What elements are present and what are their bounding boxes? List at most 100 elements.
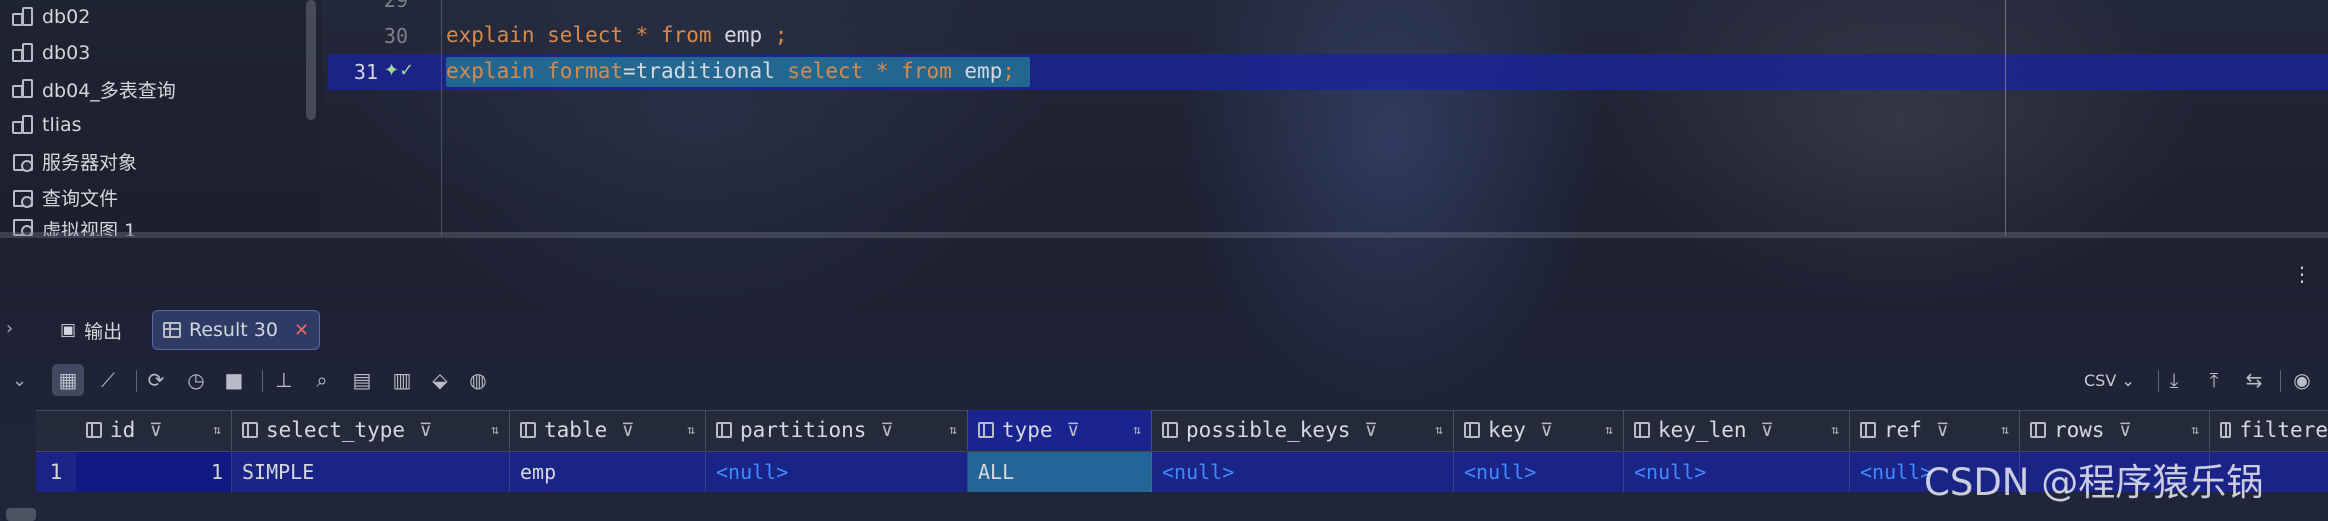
code-token: emp [964, 59, 1003, 83]
stop-icon[interactable]: ■ [218, 364, 250, 396]
preview-icon[interactable]: ▥ [386, 364, 418, 396]
tree-item-query-files[interactable]: 查询文件 [12, 180, 118, 214]
edit-icon[interactable]: ▤ [346, 364, 378, 396]
cell-id[interactable]: 1 [76, 452, 232, 492]
toolbar-separator [2280, 370, 2281, 392]
history-icon[interactable]: ◷ [180, 364, 212, 396]
filter-icon[interactable]: ⊽ [1761, 420, 1774, 441]
column-header-partitions[interactable]: partitions ⊽ ⇅ [706, 410, 968, 450]
toolbar-separator [262, 370, 263, 392]
folder-icon [12, 187, 33, 208]
close-tab-icon[interactable]: ✕ [294, 320, 309, 341]
executed-check-icon[interactable]: ✦✓ [384, 60, 420, 82]
cell-key[interactable]: <null> [1454, 452, 1624, 492]
sort-icon[interactable]: ⇅ [1133, 423, 1141, 438]
download-icon[interactable]: ⤓ [2158, 364, 2190, 396]
horizontal-scrollbar[interactable] [6, 508, 36, 521]
sort-icon[interactable]: ⇅ [687, 423, 695, 438]
line-number: 30 [383, 24, 408, 48]
cell-table[interactable]: emp [510, 452, 706, 492]
eye-icon[interactable]: ◉ [2286, 364, 2318, 396]
panel-splitter[interactable] [0, 232, 2328, 238]
table-view-icon[interactable]: ▦ [52, 364, 84, 396]
tree-item-tlias[interactable]: tlias [12, 108, 82, 142]
upload-icon[interactable]: ⤒ [2198, 364, 2230, 396]
row-number: 1 [49, 460, 63, 484]
column-label: select_type [266, 418, 406, 442]
sort-icon[interactable]: ⇅ [1605, 423, 1613, 438]
sort-icon[interactable]: ⇅ [213, 423, 221, 438]
filter-icon[interactable]: ⊽ [1540, 420, 1553, 441]
column-header-ref[interactable]: ref ⊽ ⇅ [1850, 410, 2020, 450]
output-icon: ▣ [60, 320, 77, 340]
column-label: possible_keys [1186, 418, 1351, 442]
tree-scrollbar[interactable] [306, 0, 316, 120]
cell-select-type[interactable]: SIMPLE [232, 452, 510, 492]
export-format-select[interactable]: CSV ⌄ [2084, 371, 2135, 390]
filter-icon[interactable]: ⊽ [880, 420, 893, 441]
column-icon [1634, 422, 1650, 438]
column-header-key-len[interactable]: key_len ⊽ ⇅ [1624, 410, 1850, 450]
bucket-icon[interactable]: ⬙ [424, 364, 456, 396]
cell-type[interactable]: ALL [968, 452, 1152, 492]
more-options-icon[interactable]: ⋮ [2292, 262, 2312, 286]
tab-result-30[interactable]: Result 30 ✕ [152, 310, 321, 350]
code-line-31[interactable]: explain format=traditional select * from… [446, 59, 1015, 83]
column-header-rows[interactable]: rows ⊽ ⇅ [2020, 410, 2210, 450]
chart-icon[interactable]: ⟋ [92, 364, 124, 396]
tree-item-db03[interactable]: db03 [12, 36, 90, 70]
column-header-id[interactable]: id ⊽ ⇅ [76, 410, 232, 450]
column-header-table[interactable]: table ⊽ ⇅ [510, 410, 706, 450]
filter-icon[interactable]: ⊽ [621, 420, 634, 441]
cell-possible-keys[interactable]: <null> [1152, 452, 1454, 492]
column-header-filtered[interactable]: filtere [2210, 410, 2328, 450]
column-label: partitions [740, 418, 867, 442]
database-tree: db02 db03 db04_多表查询 tlias 服务器对象 查询文件 虚拟视… [0, 0, 322, 236]
column-icon [1860, 422, 1876, 438]
column-header-type[interactable]: type ⊽ ⇅ [968, 410, 1152, 450]
filter-icon[interactable]: ⊽ [419, 420, 432, 441]
column-label: rows [2054, 418, 2105, 442]
globe-icon[interactable]: ◍ [462, 364, 494, 396]
refresh-icon[interactable]: ⟳ [140, 364, 172, 396]
tree-item-db04[interactable]: db04_多表查询 [12, 72, 176, 106]
line-number: 29 [383, 0, 408, 12]
filter-icon[interactable]: ⊽ [1067, 420, 1080, 441]
sort-icon[interactable]: ⇅ [1435, 423, 1443, 438]
sort-icon[interactable]: ⇅ [2191, 423, 2199, 438]
pin-icon[interactable]: ⊥ [268, 364, 300, 396]
tree-item-label: db04_多表查询 [42, 79, 176, 102]
schema-icon [12, 43, 33, 63]
compare-icon[interactable]: ⇆ [2238, 364, 2270, 396]
search-icon[interactable]: ⌕ [306, 364, 338, 396]
tree-item-label: db03 [42, 42, 91, 64]
code-token: ; [762, 23, 788, 47]
expand-chevron-icon[interactable]: › [6, 318, 13, 339]
folder-icon [12, 151, 33, 172]
code-line-30[interactable]: explain select * from emp ; [446, 23, 787, 47]
collapse-chevron-icon[interactable]: ⌄ [12, 370, 27, 391]
filter-icon[interactable]: ⊽ [1364, 420, 1377, 441]
column-header-select-type[interactable]: select_type ⊽ ⇅ [232, 410, 510, 450]
filter-icon[interactable]: ⊽ [149, 420, 162, 441]
column-header-key[interactable]: key ⊽ ⇅ [1454, 410, 1624, 450]
tree-item-server-objects[interactable]: 服务器对象 [12, 144, 137, 178]
tree-item-db02[interactable]: db02 [12, 0, 90, 34]
sort-icon[interactable]: ⇅ [491, 423, 499, 438]
tab-output[interactable]: ▣ 输出 [50, 310, 132, 350]
column-icon [86, 422, 102, 438]
sort-icon[interactable]: ⇅ [1831, 423, 1839, 438]
filter-icon[interactable]: ⊽ [1936, 420, 1949, 441]
cell-partitions[interactable]: <null> [706, 452, 968, 492]
code-token: ; [1002, 59, 1015, 83]
sort-icon[interactable]: ⇅ [2001, 423, 2009, 438]
cell-key-len[interactable]: <null> [1624, 452, 1850, 492]
filter-icon[interactable]: ⊽ [2119, 420, 2132, 441]
gutter-separator [441, 0, 442, 236]
line-number: 31 [353, 60, 378, 84]
sql-editor[interactable]: 29 30 31 ✦✓ explain select * from emp ; … [328, 0, 2328, 236]
column-label: ref [1884, 418, 1922, 442]
sort-icon[interactable]: ⇅ [949, 423, 957, 438]
column-header-possible-keys[interactable]: possible_keys ⊽ ⇅ [1152, 410, 1454, 450]
code-token: =traditional [623, 59, 788, 83]
